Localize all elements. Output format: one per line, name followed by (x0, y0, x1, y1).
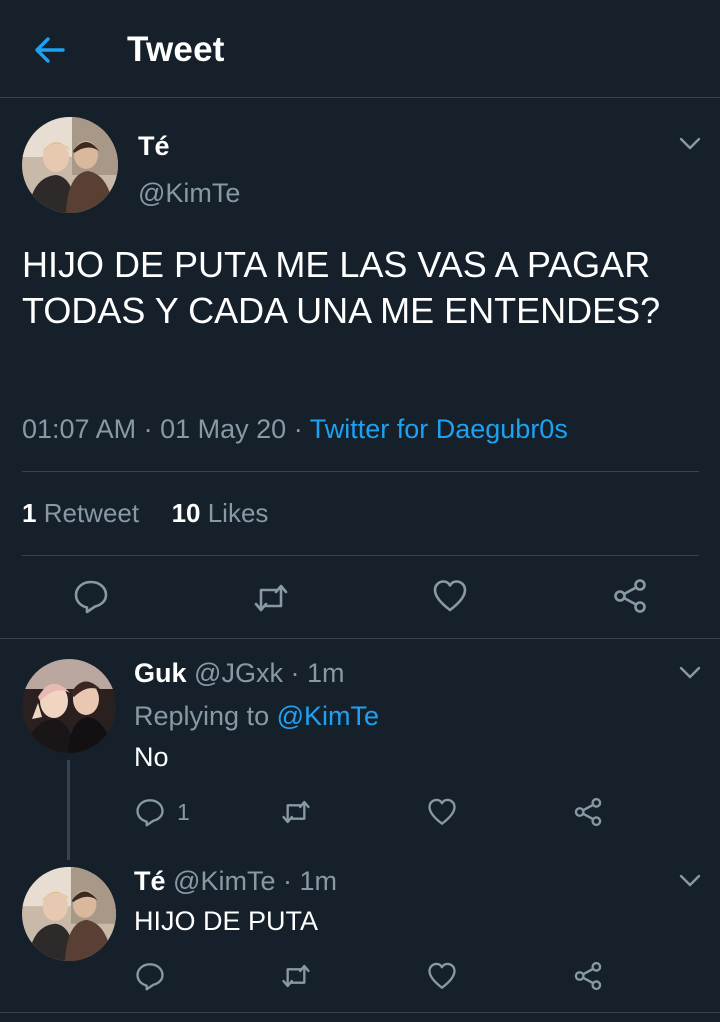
replying-to: Replying to @KimTe (134, 701, 379, 732)
reply-button[interactable] (73, 578, 109, 614)
share-icon (614, 579, 646, 613)
user-handle[interactable]: @JGxk (194, 658, 283, 688)
retweet-button[interactable] (281, 961, 311, 991)
retweets-link[interactable]: 1 Retweet (22, 498, 139, 528)
reply-header: Té @KimTe · 1m (134, 866, 337, 897)
top-bar (0, 0, 720, 98)
display-name[interactable]: Té (138, 131, 170, 162)
divider (22, 471, 699, 472)
avatar[interactable] (22, 867, 116, 961)
display-name[interactable]: Té (134, 866, 166, 896)
share-icon (574, 961, 602, 991)
share-button[interactable] (573, 961, 603, 991)
meta-separator: · (143, 414, 153, 444)
reply-header: Guk @JGxk · 1m (134, 658, 345, 689)
meta-separator: · (293, 414, 303, 444)
chevron-down-icon (679, 874, 701, 887)
likes-link[interactable]: 10 Likes (172, 498, 269, 528)
like-button[interactable] (432, 578, 468, 614)
display-name[interactable]: Guk (134, 658, 187, 688)
heart-icon (433, 580, 467, 612)
like-button[interactable] (427, 797, 457, 827)
chevron-down-icon (679, 137, 701, 150)
avatar-photo (22, 659, 116, 753)
tweet-date: 01 May 20 (160, 414, 287, 444)
meta-separator: · (282, 866, 292, 896)
share-button[interactable] (612, 578, 648, 614)
avatar[interactable] (22, 117, 118, 213)
reply-button[interactable] (135, 961, 165, 991)
retweet-count: 1 (22, 498, 37, 528)
back-button[interactable] (30, 33, 70, 67)
reply-text: No (134, 742, 169, 772)
heart-icon (428, 962, 456, 989)
reply-icon (136, 799, 164, 827)
more-options-button[interactable] (678, 873, 702, 889)
retweet-icon (282, 800, 310, 824)
divider (22, 555, 699, 556)
reply-time: 1m (299, 866, 338, 896)
reply-button[interactable]: 1 (135, 797, 190, 827)
more-options-button[interactable] (678, 665, 702, 681)
replying-to-label: Replying to (134, 701, 270, 731)
retweet-button[interactable] (281, 797, 311, 827)
retweet-icon (254, 584, 288, 612)
reply-icon (136, 963, 164, 991)
reply-count: 1 (177, 798, 190, 825)
like-count: 10 (171, 498, 201, 528)
reply-text: HIJO DE PUTA (134, 906, 319, 936)
divider (0, 638, 720, 639)
tweet-stats: 1 Retweet 10 Likes (22, 498, 268, 529)
more-options-button[interactable] (678, 136, 702, 152)
reply-icon (74, 580, 108, 614)
like-label: Likes (207, 498, 269, 528)
tweet-meta: 01:07 AM · 01 May 20 · Twitter for Daegu… (22, 414, 568, 445)
chevron-down-icon (679, 666, 701, 679)
user-handle[interactable]: @KimTe (138, 178, 240, 209)
avatar[interactable] (22, 659, 116, 753)
retweet-icon (282, 964, 310, 988)
share-button[interactable] (573, 797, 603, 827)
replying-to-handle[interactable]: @KimTe (277, 701, 379, 731)
thread-connector (67, 760, 70, 860)
divider (0, 1012, 720, 1013)
avatar-photo (22, 867, 116, 961)
arrow-left-icon (35, 37, 65, 63)
reply-time: 1m (306, 658, 345, 688)
like-button[interactable] (427, 961, 457, 991)
share-icon (574, 797, 602, 827)
retweet-button[interactable] (253, 580, 289, 616)
user-handle[interactable]: @KimTe (173, 866, 275, 896)
heart-icon (428, 798, 456, 825)
avatar-photo (22, 117, 118, 213)
page-title: Tweet (127, 30, 225, 69)
tweet-time: 01:07 AM (22, 414, 137, 444)
meta-separator: · (290, 658, 300, 688)
retweet-label: Retweet (43, 498, 140, 528)
tweet-text: HIJO DE PUTA ME LAS VAS A PAGAR TODAS Y … (22, 244, 661, 331)
tweet-source-link[interactable]: Twitter for Daegubr0s (310, 414, 568, 444)
